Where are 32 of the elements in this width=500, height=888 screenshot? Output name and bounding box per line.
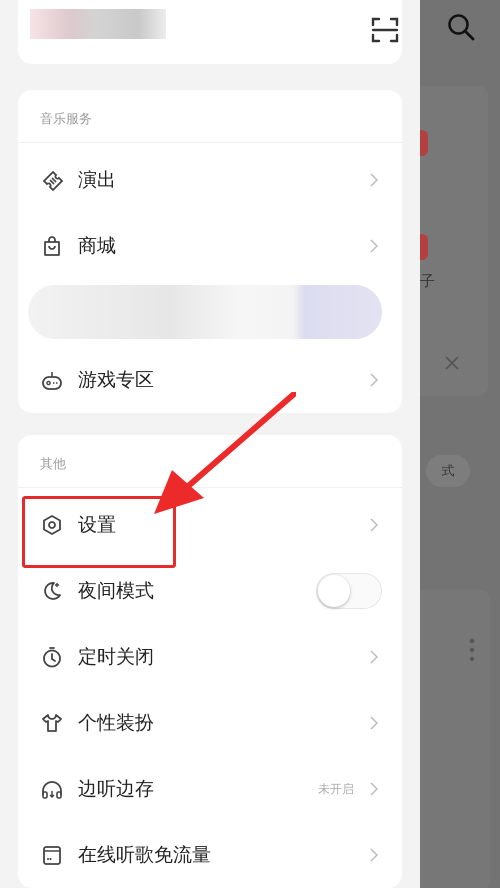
toggle-switch[interactable] — [316, 573, 382, 609]
chevron-icon — [370, 716, 378, 730]
close-icon — [445, 356, 459, 370]
chevron-icon — [370, 650, 378, 664]
menu-item[interactable]: 商城 — [18, 213, 402, 279]
menu-item[interactable]: 定时关闭 — [18, 624, 402, 690]
chevron-icon — [370, 782, 378, 796]
section-title: 其他 — [39, 456, 67, 474]
menu-item[interactable]: 设置 — [18, 492, 402, 558]
menu-item[interactable]: 边听边存 未开启 — [18, 756, 402, 822]
more-icon — [469, 638, 475, 662]
chevron-icon — [370, 518, 378, 532]
chevron-icon — [370, 173, 378, 187]
status-text: 未开启 — [318, 780, 354, 798]
ticket-icon — [40, 168, 64, 192]
settings-icon — [40, 513, 64, 537]
menu-item[interactable]: 个性装扮 — [18, 690, 402, 756]
chevron-icon — [370, 239, 378, 253]
chevron-icon — [370, 373, 378, 387]
background-text: 子 — [420, 272, 435, 291]
section-title: 音乐服务 — [39, 111, 93, 129]
timer-icon — [40, 645, 64, 669]
shirt-icon — [40, 711, 64, 735]
chevron-icon — [370, 848, 378, 862]
menu-item[interactable]: 演出 — [18, 147, 402, 213]
mode-chip: 式 — [426, 455, 470, 487]
data-card-icon — [40, 843, 64, 867]
menu-item[interactable]: 在线听歌免流量 — [18, 822, 402, 888]
menu-item[interactable]: 夜间模式 — [18, 558, 402, 624]
menu-item[interactable]: 游戏专区 — [18, 347, 402, 413]
scan-icon[interactable] — [370, 15, 400, 45]
search-icon[interactable] — [446, 12, 476, 42]
